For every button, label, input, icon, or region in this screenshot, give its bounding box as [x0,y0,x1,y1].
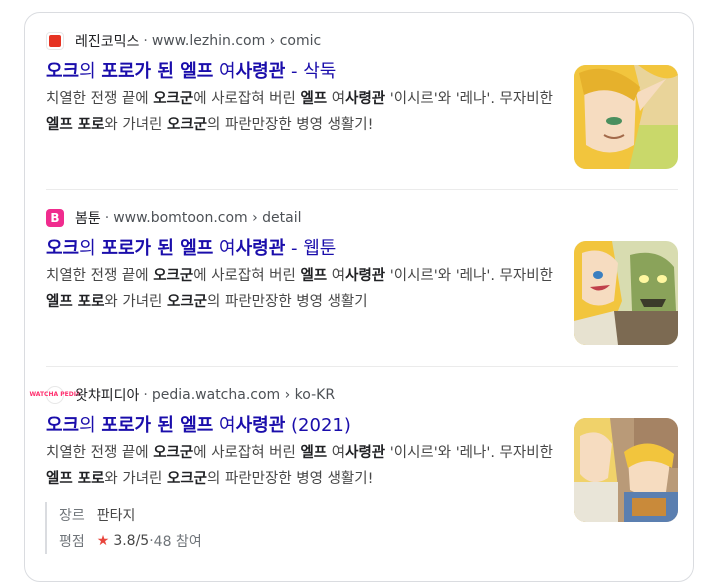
result-url: www.bomtoon.com › detail [113,210,302,226]
snippet-highlight: 오크군 [153,445,194,461]
lezhin-favicon-icon [46,32,64,50]
site-name: 봄툰 [75,211,101,227]
snippet-text: 의 파란만장한 병영 생활기! [207,117,374,133]
snippet-text: '이시르'와 '레나'. 무자비한 [385,268,553,284]
snippet-text: 치열한 전쟁 끝에 [46,91,154,107]
elf-orc-comic-thumbnail[interactable] [574,241,678,345]
snippet-text: '이시르'와 '레나'. 무자비한 [385,91,553,107]
result-source[interactable]: 레진코믹스 · www.lezhin.com › comic [46,30,321,52]
rating-value: 3.8/5 [113,533,150,549]
genre-label: 장르 [59,508,85,524]
snippet-text: 에 사로잡혀 버린 [193,445,301,461]
snippet-highlight: 엘프 [300,445,328,461]
snippet-highlight: 오크군 [153,91,194,107]
rating-label: 평점 [59,534,85,550]
elf-library-comic-thumbnail[interactable] [574,418,678,522]
result-divider [46,366,678,367]
snippet-highlight: 오크군 [167,294,208,310]
snippet-highlight: 사령관 [345,268,386,284]
snippet-highlight: 엘프 [300,268,328,284]
result-divider [46,189,678,190]
snippet-text: '이시르'와 '레나'. 무자비한 [385,445,553,461]
snippet-text: 의 파란만장한 병영 생활기 [207,294,368,310]
result-source[interactable]: B 봄툰 · www.bomtoon.com › detail [46,207,302,229]
snippet-text: 여 [327,268,346,284]
snippet-highlight: 사령관 [345,91,386,107]
result-url: pedia.watcha.com › ko-KR [151,387,336,403]
result-source[interactable]: WATCHA PEDIA 왓챠피디아 · pedia.watcha.com › … [29,384,336,406]
rating-row: 평점 ★ 3.8/5 · 48 참여 [59,533,202,550]
watcha-favicon-icon: WATCHA PEDIA [29,386,81,404]
snippet-text: 여 [327,445,346,461]
result-metadata: 장르 판타지 평점 ★ 3.8/5 · 48 참여 [45,502,202,554]
snippet-text: 에 사로잡혀 버린 [193,268,301,284]
snippet-text: 와 가녀린 [104,117,167,133]
snippet-text: 여 [327,91,346,107]
snippet-highlight: 오크군 [153,268,194,284]
snippet-text: 에 사로잡혀 버린 [193,91,301,107]
rating-count: 48 참여 [153,534,202,550]
result-title-link[interactable]: 오크의 포로가 된 엘프 여사령관 (2021) [46,411,351,437]
genre-row: 장르 판타지 [59,502,202,528]
result-title-link[interactable]: 오크의 포로가 된 엘프 여사령관 - 삭둑 [46,57,336,83]
genre-value: 판타지 [96,508,136,524]
star-icon: ★ [96,533,110,549]
snippet-highlight: 엘프 포로 [46,471,105,487]
snippet-highlight: 엘프 포로 [46,294,105,310]
snippet-highlight: 엘프 포로 [46,117,105,133]
snippet-text: 의 파란만장한 병영 생활기! [207,471,374,487]
bomtoon-favicon-icon: B [46,209,64,227]
snippet-highlight: 엘프 [300,91,328,107]
result-title-link[interactable]: 오크의 포로가 된 엘프 여사령관 - 웹툰 [46,234,336,260]
snippet-highlight: 오크군 [167,117,208,133]
result-snippet: 치열한 전쟁 끝에 오크군에 사로잡혀 버린 엘프 여사령관 '이시르'와 '레… [46,440,558,492]
result-url: www.lezhin.com › comic [151,33,322,49]
snippet-text: 치열한 전쟁 끝에 [46,268,154,284]
snippet-highlight: 사령관 [345,445,386,461]
site-name: 레진코믹스 [75,34,140,50]
snippet-text: 와 가녀린 [104,471,167,487]
elf-comic-thumbnail[interactable] [574,65,678,169]
snippet-highlight: 오크군 [167,471,208,487]
result-snippet: 치열한 전쟁 끝에 오크군에 사로잡혀 버린 엘프 여사령관 '이시르'와 '레… [46,86,558,138]
result-snippet: 치열한 전쟁 끝에 오크군에 사로잡혀 버린 엘프 여사령관 '이시르'와 '레… [46,263,558,315]
snippet-text: 와 가녀린 [104,294,167,310]
snippet-text: 치열한 전쟁 끝에 [46,445,154,461]
site-name: 왓챠피디아 [75,388,140,404]
